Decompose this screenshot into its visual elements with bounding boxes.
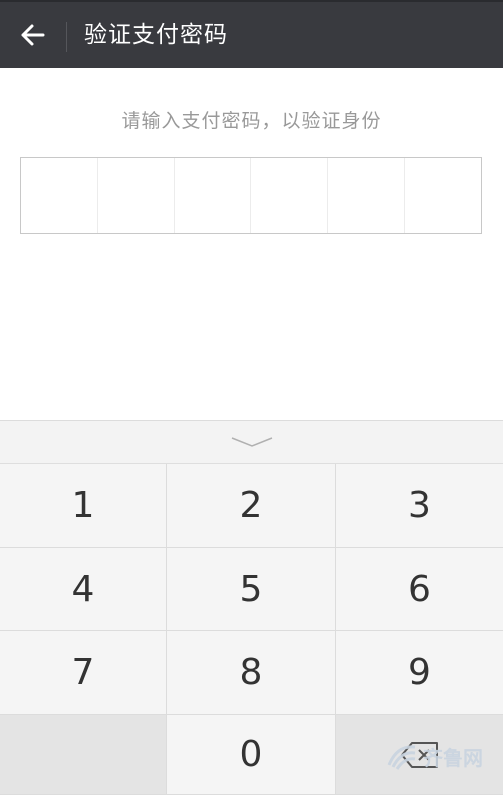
key-2[interactable]: 2 — [167, 464, 336, 548]
watermark-text: 齐鲁网 — [423, 745, 483, 770]
key-8[interactable]: 8 — [167, 631, 336, 715]
pin-cell — [21, 158, 98, 233]
chevron-down-icon — [231, 437, 272, 447]
page-title: 验证支付密码 — [84, 22, 228, 48]
key-blank — [0, 715, 167, 795]
key-9[interactable]: 9 — [336, 631, 503, 715]
wave-logo-icon — [387, 745, 416, 770]
pin-cell — [405, 158, 481, 233]
pin-input[interactable] — [20, 157, 482, 234]
header-divider — [66, 22, 67, 52]
top-bar: 验证支付密码 — [0, 0, 503, 68]
pin-cell — [251, 158, 329, 233]
watermark: 齐鲁网 — [385, 741, 483, 771]
numeric-keypad: 1 2 3 4 5 6 7 8 9 0 齐鲁网 — [0, 420, 503, 795]
back-button[interactable] — [0, 2, 64, 68]
arrow-left-icon — [21, 24, 45, 46]
password-prompt: 请输入支付密码，以验证身份 — [121, 110, 382, 132]
pin-cell — [98, 158, 175, 233]
key-4[interactable]: 4 — [0, 548, 167, 631]
key-6[interactable]: 6 — [336, 548, 503, 631]
pin-cell — [175, 158, 252, 233]
pin-cell — [328, 158, 406, 233]
collapse-keypad-button[interactable] — [0, 421, 503, 464]
key-3[interactable]: 3 — [336, 464, 503, 548]
key-5[interactable]: 5 — [167, 548, 336, 631]
key-1[interactable]: 1 — [0, 464, 167, 548]
key-7[interactable]: 7 — [0, 631, 167, 715]
key-0[interactable]: 0 — [167, 715, 336, 795]
